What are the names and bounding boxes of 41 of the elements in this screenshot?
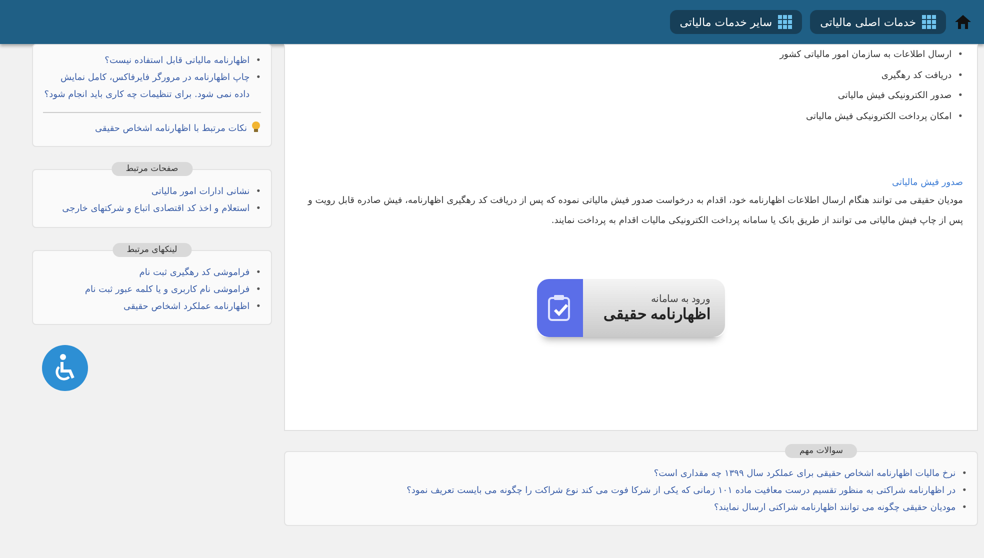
list-bullet: •	[256, 284, 261, 297]
list-bullet: •	[256, 55, 261, 68]
list-bullet: •	[962, 502, 967, 516]
home-icon[interactable]	[954, 13, 972, 31]
faq-link[interactable]: در اظهارنامه شراکتی به منظور تقسیم درست معافیت ماده ۱۰۱ زمانی که یکی از شرکا فوت می کند نوع شراکت را چگونه می بایست تعریف نمود؟	[406, 483, 956, 500]
list-bullet: •	[256, 203, 261, 216]
card-title: لینکهای مرتبط	[112, 242, 192, 257]
list-bullet: •	[256, 300, 261, 314]
faq-link[interactable]: اظهارنامه مالیاتی قابل استفاده نیست؟	[104, 53, 250, 70]
related-link[interactable]: فراموشی کد رهگیری ثبت نام	[139, 264, 250, 282]
nav-menu-button[interactable]: سایر خدمات مالیاتی	[670, 10, 802, 34]
lightbulb-icon	[251, 121, 261, 134]
list-bullet: •	[958, 70, 963, 83]
feature-item: دریافت کد رهگیری	[881, 69, 952, 83]
tips-link[interactable]: نکات مرتبط با اظهارنامه اشخاص حقیقی	[95, 121, 247, 138]
nav-menu-button[interactable]: خدمات اصلی مالیاتی	[810, 10, 946, 34]
faq-link[interactable]: چاپ اظهارنامه در مرورگر فایرفاکس، کامل نمایش داده نمی شود. برای تنظیمات چه کاری باید انجام شود؟	[43, 70, 250, 104]
grid-icon	[778, 15, 792, 29]
list-bullet: •	[958, 111, 963, 124]
list-bullet: •	[256, 186, 261, 200]
list-bullet: •	[962, 485, 967, 498]
accessibility-button[interactable]	[42, 344, 88, 391]
grid-icon	[922, 15, 936, 29]
feature-item: امکان پرداخت الکترونیکی فیش مالیاتی	[806, 111, 952, 124]
related-link[interactable]: فراموشی نام کاربری و یا کلمه عبور ثبت نام	[84, 282, 250, 299]
card-title: سوالات مهم	[785, 444, 857, 458]
list-bullet: •	[958, 90, 963, 104]
feature-item: ارسال اطلاعات به سازمان امور مالیاتی کشور	[780, 49, 952, 62]
list-bullet: •	[962, 468, 967, 481]
card-title: صفحات مرتبط	[112, 162, 192, 176]
related-link[interactable]: نشانی ادارات امور مالیاتی	[151, 184, 250, 202]
section-link[interactable]: صدور فیش مالیاتی	[299, 178, 963, 188]
list-bullet: •	[256, 266, 261, 280]
faq-link[interactable]: نرخ مالیات اظهارنامه اشخاص حقیقی برای عملکرد سال ۱۳۹۹ چه مقداری است؟	[654, 466, 956, 484]
faq-link[interactable]: مودیان حقیقی چگونه می توانند اظهارنامه شراکتی ارسال نمایند؟	[714, 500, 956, 518]
list-bullet: •	[958, 49, 963, 62]
related-link[interactable]: استعلام و اخذ کد اقتصادی اتباع و شرکتهای خارجی	[62, 201, 250, 219]
feature-item: صدور الکترونیکی فیش مالیاتی	[838, 90, 952, 104]
paragraph: مودیان حقیقی می توانند هنگام ارسال اطلاعات اظهارنامه خود، اقدام به درخواست صدور فیش مالیاتی نموده که پس از دریافت کد رهگیری اظهارنامه، فیش صادره قابل رویت و پس از چاپ فیش مالیاتی می توانند از طریق بانک یا سامانه پرداخت الکترونیکی مالیات اقدام به پرداخت نمایند.	[306, 194, 963, 228]
list-bullet: •	[256, 72, 261, 86]
related-link[interactable]: اظهارنامه عملکرد اشخاص حقیقی	[123, 298, 250, 316]
